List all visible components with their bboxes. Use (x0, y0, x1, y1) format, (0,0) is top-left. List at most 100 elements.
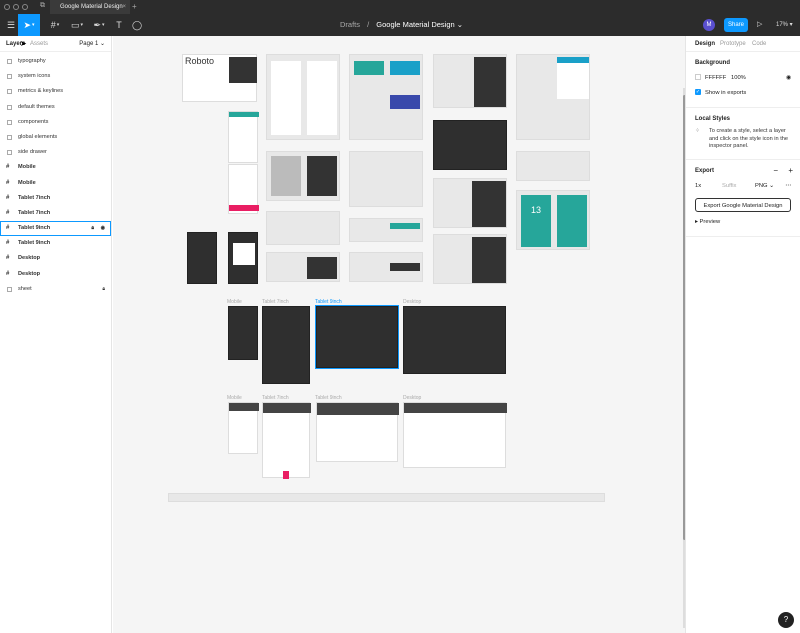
canvas[interactable]: Roboto 13 Mobile Tablet 7inch Tablet 9in… (113, 36, 685, 633)
show-in-exports-row[interactable]: ✓ Show in exports (695, 87, 791, 99)
figma-logo-icon[interactable]: ⧉ (40, 2, 45, 10)
layer-item[interactable]: # Tablet 7inch (0, 206, 111, 221)
export-suffix-input[interactable]: Suffix (722, 180, 736, 192)
notification-components-frame[interactable] (516, 151, 590, 181)
export-format-select[interactable]: PNG ⌄ (755, 180, 774, 192)
eye-icon[interactable]: ◉ (786, 72, 791, 84)
export-button[interactable]: Export Google Material Design (695, 197, 791, 212)
lock-icon[interactable]: 🔒︎ (102, 282, 105, 297)
layer-item[interactable]: # Mobile (0, 176, 111, 191)
eye-icon[interactable]: ◉ (101, 221, 105, 236)
tablet7-frame[interactable] (262, 306, 310, 384)
present-play-icon[interactable]: ▷ (757, 14, 762, 36)
layer-item-selected[interactable]: # Tablet 9inch 🔒︎ ◉ (0, 221, 111, 237)
sliders-components-frame[interactable] (433, 120, 507, 170)
caret-right-icon[interactable]: ▸ (695, 219, 698, 225)
sheet-frame[interactable] (168, 493, 605, 502)
zoom-level[interactable]: 17% ▾ (776, 14, 793, 36)
tablet7-frame-2[interactable] (262, 402, 311, 479)
tabs-components-frame[interactable] (266, 211, 340, 245)
layer-item[interactable]: typography (0, 54, 111, 69)
background-title: Background (695, 60, 731, 66)
tablet9-frame-selected[interactable] (315, 305, 399, 369)
tab-assets[interactable]: Assets (30, 36, 48, 52)
add-export-icon[interactable]: + (788, 166, 793, 175)
pen-tool-icon[interactable]: ✒ ▾ (88, 14, 110, 36)
textfields-components-frame[interactable] (433, 178, 507, 228)
type-scale-block (229, 57, 257, 83)
layer-item[interactable]: system icons (0, 69, 111, 84)
background-hex[interactable]: FFFFFF (705, 75, 726, 81)
layer-item[interactable]: default themes (0, 100, 111, 115)
dialogs-components-frame[interactable] (349, 151, 423, 207)
frame-tool-icon[interactable]: # ▾ (44, 14, 66, 36)
text-doc-components-frame[interactable] (433, 234, 507, 284)
desktop-frame[interactable] (403, 306, 506, 374)
side-drawer-dark-frame[interactable] (187, 232, 217, 284)
tab-design[interactable]: Design (695, 36, 715, 52)
layer-item[interactable]: # Tablet 7inch (0, 191, 111, 206)
lock-icon[interactable]: 🔒︎ (91, 221, 94, 236)
export-format-value: PNG (755, 182, 768, 189)
mobile-frame[interactable] (228, 306, 258, 360)
window-maximize-icon[interactable] (22, 4, 28, 10)
desktop-frame-2[interactable] (403, 402, 507, 468)
controls-components-frame[interactable] (433, 54, 507, 108)
tab-code[interactable]: Code (752, 36, 766, 52)
page-selector[interactable]: Page 1 ⌄ (79, 36, 105, 52)
chat-components-frame[interactable] (516, 54, 590, 140)
layer-item[interactable]: side drawer (0, 145, 111, 160)
layer-item[interactable]: sheet 🔒︎ (0, 282, 111, 297)
checkbox-checked-icon[interactable]: ✓ (695, 89, 701, 96)
color-frame[interactable] (228, 164, 259, 214)
tab-prototype[interactable]: Prototype (720, 36, 746, 52)
layer-item[interactable]: # Tablet 9inch (0, 236, 111, 251)
side-drawer-light-frame[interactable] (228, 232, 258, 284)
close-tab-icon[interactable]: × (122, 0, 126, 14)
pickers-components-frame[interactable]: 13 (516, 190, 590, 250)
shape-tool-icon[interactable]: ▭ ▾ (66, 14, 88, 36)
avatar[interactable]: M (703, 19, 715, 31)
grid-components-frame[interactable] (266, 151, 340, 201)
menus-components-frame[interactable] (349, 252, 423, 282)
textfields-dark (472, 181, 506, 227)
layer-item[interactable]: metrics & keylines (0, 84, 111, 99)
export-scale[interactable]: 1x (695, 183, 701, 189)
share-button[interactable]: Share (724, 18, 748, 32)
preview-row[interactable]: ▸ Preview (695, 216, 791, 228)
color-swatch[interactable] (695, 74, 701, 81)
background-opacity[interactable]: 100% (731, 72, 746, 84)
typography-frame[interactable]: Roboto (182, 54, 257, 102)
layer-item[interactable]: # Desktop (0, 267, 111, 282)
layer-item[interactable]: components (0, 115, 111, 130)
group-icon (7, 150, 12, 156)
group-icon (7, 119, 12, 125)
snackbar-components-frame[interactable] (349, 218, 423, 242)
toolbar: ☰ ➤ ▾ # ▾ ▭ ▾ ✒ ▾ T ◯ Drafts / Google Materi… (0, 14, 800, 36)
comment-tool-icon[interactable]: ◯ (126, 14, 148, 36)
breadcrumb-drafts[interactable]: Drafts (340, 20, 360, 29)
layer-item[interactable]: global elements (0, 130, 111, 145)
document-tab[interactable]: Google Material Design × (50, 0, 130, 14)
layer-item[interactable]: # Desktop (0, 251, 111, 266)
export-section: Export − + 1x Suffix PNG ⌄ ⋯ Export Goog… (686, 160, 800, 237)
help-button[interactable]: ? (778, 612, 794, 628)
window-close-icon[interactable] (4, 4, 10, 10)
move-tool-icon[interactable]: ➤ ▾ (18, 14, 40, 36)
mobile-frame-2[interactable] (228, 402, 259, 454)
date-picker: 13 (521, 195, 551, 247)
tablet9-frame-2[interactable] (316, 402, 399, 462)
grid-tiles-dark (307, 156, 337, 196)
keyboard-components-frame[interactable] (266, 252, 340, 282)
document-title[interactable]: Google Material Design (376, 20, 454, 29)
more-options-icon[interactable]: ⋯ (785, 180, 791, 192)
remove-export-icon[interactable]: − (773, 166, 778, 175)
window-minimize-icon[interactable] (13, 4, 19, 10)
new-tab-icon[interactable]: + (132, 0, 137, 14)
chevron-down-icon[interactable]: ⌄ (457, 20, 463, 29)
background-fill-row[interactable]: FFFFFF 100% ◉ (695, 72, 791, 84)
system-icons-frame[interactable] (228, 111, 259, 163)
layer-item[interactable]: # Mobile (0, 160, 111, 175)
list-components-frame[interactable] (266, 54, 340, 140)
cards-components-frame[interactable] (349, 54, 423, 140)
